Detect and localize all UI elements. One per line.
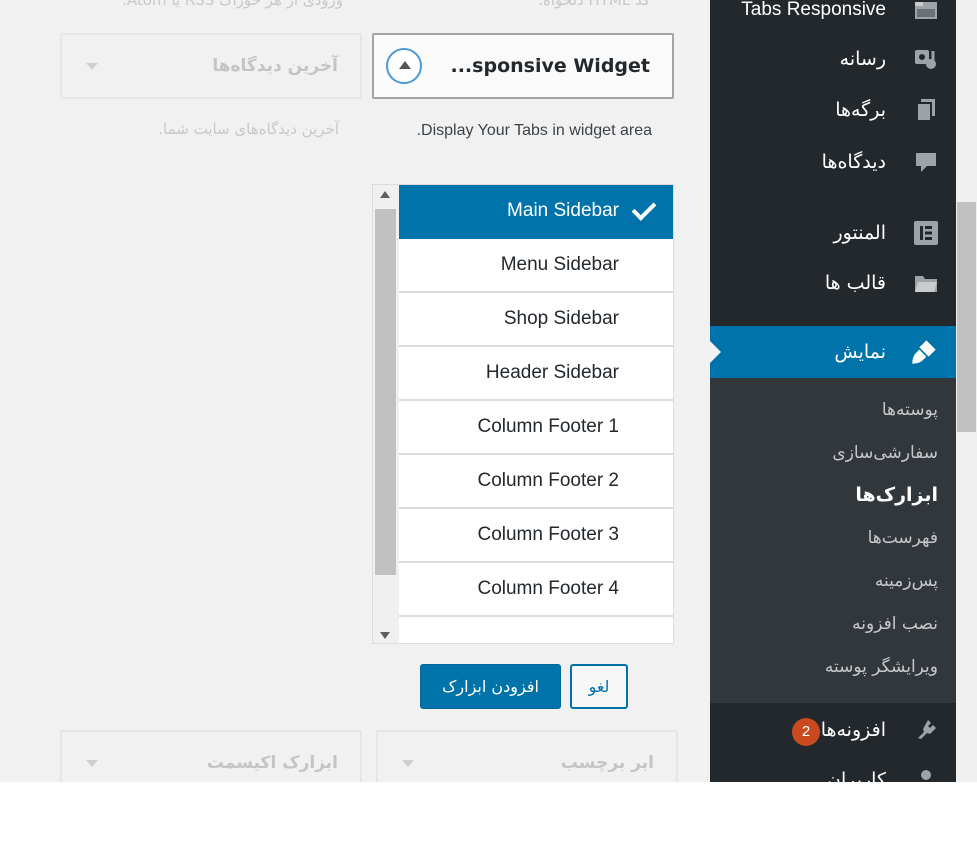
user-icon xyxy=(921,770,931,780)
widget-title: ...sponsive Widget xyxy=(450,55,651,77)
sidebar-option-label: Header Sidebar xyxy=(485,362,619,383)
submenu-item-install-plugins[interactable]: نصب افزونه xyxy=(852,614,938,634)
scrollbar-thumb[interactable] xyxy=(375,209,396,575)
menu-item-users[interactable]: کاربران xyxy=(710,756,956,782)
menu-item-label: برگه‌ها xyxy=(835,99,886,121)
sidebar-option-shop[interactable]: Shop Sidebar xyxy=(399,293,673,347)
chevron-up-icon xyxy=(399,61,411,69)
menu-item-label: رسانه xyxy=(839,48,886,70)
sidebar-option-footer-4[interactable]: Column Footer 4 xyxy=(399,563,673,617)
current-menu-pointer xyxy=(709,340,721,364)
menu-item-elementor[interactable]: المنتور xyxy=(710,209,956,257)
admin-sidebar-menu: Tabs Responsive رسانه برگه‌ها دیدگاه‌ها … xyxy=(709,0,956,782)
rss-widget-desc: ورودی از هر خوراک RSS یا Atom. xyxy=(122,0,343,9)
tabs-responsive-widget[interactable]: ...sponsive Widget xyxy=(372,33,674,99)
menu-item-appearance[interactable]: نمایش xyxy=(709,326,956,378)
list-scrollbar[interactable] xyxy=(373,185,399,643)
sidebar-option-header[interactable]: Header Sidebar xyxy=(399,347,673,401)
widget-title: ابر برچسب xyxy=(560,753,654,773)
cancel-button[interactable]: لغو xyxy=(570,664,628,709)
tag-cloud-widget[interactable]: ابر برچسب xyxy=(376,730,678,782)
menu-item-plugins[interactable]: افزونه‌ها 2 xyxy=(710,706,956,754)
widget-title: ابزارک اکیسمت xyxy=(206,753,338,773)
sidebar-option-footer-3[interactable]: Column Footer 3 xyxy=(399,509,673,563)
menu-item-templates[interactable]: قالب ها xyxy=(710,259,956,307)
appearance-submenu: پوسته‌ها سفارشی‌سازی ابزارک‌ها فهرست‌ها … xyxy=(710,378,956,703)
menu-item-label: کاربران xyxy=(826,769,886,782)
menu-item-label: نمایش xyxy=(834,341,886,363)
chevron-down-icon[interactable] xyxy=(402,760,414,767)
sidebar-option-label: Column Footer 1 xyxy=(477,416,619,437)
menu-item-pages[interactable]: برگه‌ها xyxy=(710,86,956,134)
sidebar-chooser-list[interactable]: Main Sidebar Menu Sidebar Shop Sidebar H… xyxy=(372,184,674,644)
menu-item-media[interactable]: رسانه xyxy=(710,35,956,83)
scroll-down-arrow-icon[interactable] xyxy=(380,632,390,639)
sidebar-option-footer-2[interactable]: Column Footer 2 xyxy=(399,455,673,509)
update-count-badge: 2 xyxy=(792,718,820,746)
custom-html-widget-desc: کد HTML دلخواه. xyxy=(538,0,650,9)
collapse-toggle-button[interactable] xyxy=(386,48,422,84)
scroll-up-arrow-icon[interactable] xyxy=(380,191,390,198)
elementor-icon xyxy=(914,221,938,245)
recent-comments-widget[interactable]: آخرین دیدگاه‌ها xyxy=(60,33,362,99)
submenu-item-widgets[interactable]: ابزارک‌ها xyxy=(855,484,938,506)
pages-icon xyxy=(916,99,935,122)
comments-icon xyxy=(916,153,936,172)
chevron-down-icon[interactable] xyxy=(86,760,98,767)
widget-title: آخرین دیدگاه‌ها xyxy=(212,56,338,76)
folder-icon xyxy=(915,276,937,292)
menu-item-tabs-responsive[interactable]: Tabs Responsive xyxy=(710,0,956,34)
sidebar-option-label: Column Footer 2 xyxy=(477,470,619,491)
page-scrollbar-thumb[interactable] xyxy=(957,202,976,432)
sidebar-option-label: Shop Sidebar xyxy=(503,308,619,329)
menu-item-comments[interactable]: دیدگاه‌ها xyxy=(710,138,956,186)
recent-comments-desc: آخرین دیدگاه‌های سایت شما. xyxy=(158,120,339,138)
menu-item-label: Tabs Responsive xyxy=(741,0,886,20)
submenu-item-customize[interactable]: سفارشی‌سازی xyxy=(832,443,938,463)
akismet-widget[interactable]: ابزارک اکیسمت xyxy=(60,730,362,782)
add-widget-button[interactable]: افزودن ابزارک xyxy=(420,664,561,709)
sidebar-option-footer-1[interactable]: Column Footer 1 xyxy=(399,401,673,455)
page-scrollbar[interactable] xyxy=(956,0,977,782)
submenu-item-theme-editor[interactable]: ویرایشگر پوسته xyxy=(825,657,938,677)
menu-item-label: دیدگاه‌ها xyxy=(821,151,886,173)
chevron-down-icon[interactable] xyxy=(86,63,98,70)
submenu-item-menus[interactable]: فهرست‌ها xyxy=(868,528,938,548)
media-icon xyxy=(915,50,936,69)
sidebar-option-menu[interactable]: Menu Sidebar xyxy=(399,239,673,293)
plugin-icon xyxy=(918,720,936,739)
sidebar-option-main[interactable]: Main Sidebar xyxy=(399,185,673,239)
checkmark-icon xyxy=(631,196,657,221)
sidebar-option-label: Column Footer 3 xyxy=(477,524,619,545)
sidebar-option-label: Menu Sidebar xyxy=(500,254,619,275)
tabs-icon xyxy=(915,2,937,19)
brush-icon xyxy=(912,340,936,364)
sidebar-option-label: Column Footer 4 xyxy=(477,578,619,599)
widgets-screen: کد HTML دلخواه. ورودی از هر خوراک RSS یا… xyxy=(0,0,977,782)
submenu-item-background[interactable]: پس‌زمینه xyxy=(875,571,938,591)
submenu-item-themes[interactable]: پوسته‌ها xyxy=(882,400,938,420)
sidebar-option-label: Main Sidebar xyxy=(507,200,619,221)
menu-item-label: المنتور xyxy=(833,222,886,244)
menu-item-label: قالب ها xyxy=(824,272,886,294)
widget-description: Display Your Tabs in widget area. xyxy=(416,122,652,139)
menu-item-label: افزونه‌ها xyxy=(820,719,886,741)
